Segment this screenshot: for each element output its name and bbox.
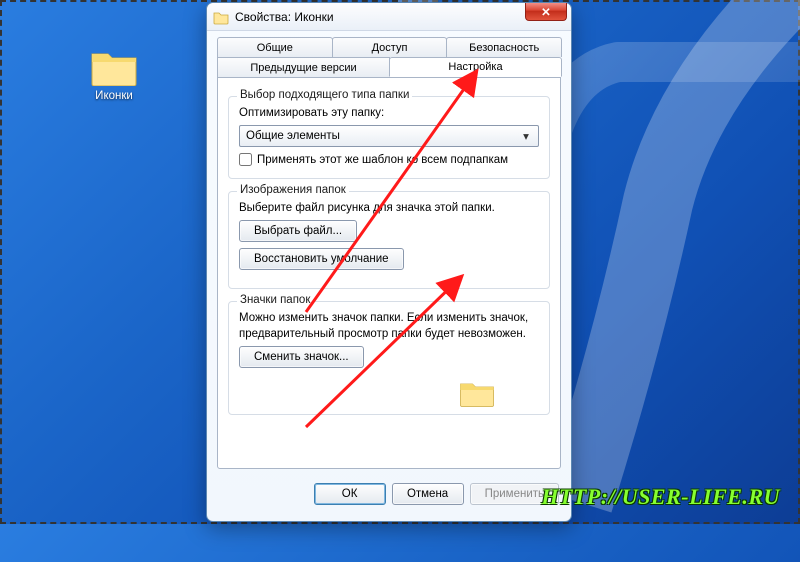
close-button[interactable]: ✕ <box>525 3 567 21</box>
restore-default-button[interactable]: Восстановить умолчание <box>239 248 404 270</box>
apply-subfolders-row[interactable]: Применять этот же шаблон ко всем подпапк… <box>239 153 539 166</box>
group-title: Значки папок <box>237 294 313 306</box>
group-folder-icons: Значки папок Можно изменить значок папки… <box>228 301 550 415</box>
folder-icon <box>90 46 138 86</box>
dialog-button-bar: ОК Отмена Применить <box>207 475 571 521</box>
window-title: Свойства: Иконки <box>235 10 334 24</box>
group-title: Изображения папок <box>237 184 349 196</box>
titlebar[interactable]: Свойства: Иконки ✕ <box>207 3 571 31</box>
tab-content-customize: Выбор подходящего типа папки Оптимизиров… <box>217 77 561 469</box>
group-folder-type: Выбор подходящего типа папки Оптимизиров… <box>228 96 550 179</box>
tab-security[interactable]: Безопасность <box>446 37 562 57</box>
ok-button[interactable]: ОК <box>314 483 386 505</box>
combobox-value: Общие элементы <box>246 130 340 142</box>
change-icon-button[interactable]: Сменить значок... <box>239 346 364 368</box>
folder-icon <box>213 9 229 25</box>
tab-customize[interactable]: Настройка <box>389 57 562 77</box>
desktop-icon-label: Иконки <box>74 90 154 102</box>
chevron-down-icon: ▾ <box>518 129 534 143</box>
group-folder-images: Изображения папок Выберите файл рисунка … <box>228 191 550 289</box>
tab-general[interactable]: Общие <box>217 37 333 57</box>
apply-subfolders-label: Применять этот же шаблон ко всем подпапк… <box>257 154 508 166</box>
folder-icons-desc1: Можно изменить значок папки. Если измени… <box>239 312 539 324</box>
close-icon: ✕ <box>541 5 551 19</box>
tab-previous-versions[interactable]: Предыдущие версии <box>217 57 390 77</box>
cancel-button[interactable]: Отмена <box>392 483 464 505</box>
apply-subfolders-checkbox[interactable] <box>239 153 252 166</box>
watermark: HTTP://USER-LIFE.RU <box>541 484 780 510</box>
tab-sharing[interactable]: Доступ <box>332 37 448 57</box>
optimize-combobox[interactable]: Общие элементы ▾ <box>239 125 539 147</box>
folder-preview-icon <box>459 378 495 408</box>
choose-file-button[interactable]: Выбрать файл... <box>239 220 357 242</box>
properties-window: Свойства: Иконки ✕ Общие Доступ Безопасн… <box>206 2 572 522</box>
optimize-label: Оптимизировать эту папку: <box>239 107 539 119</box>
group-title: Выбор подходящего типа папки <box>237 89 412 101</box>
desktop-folder-icon[interactable]: Иконки <box>74 46 154 102</box>
folder-icons-desc2: предварительный просмотр папки будет нев… <box>239 328 539 340</box>
folder-images-desc: Выберите файл рисунка для значка этой па… <box>239 202 539 214</box>
